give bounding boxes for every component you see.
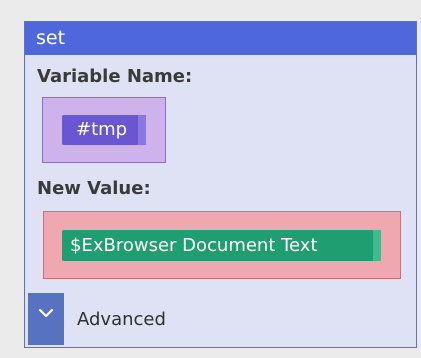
set-block[interactable]: set Variable Name: #tmp New Value: $ExBr…	[24, 21, 417, 348]
variable-name-label: Variable Name:	[37, 66, 193, 87]
variable-token[interactable]: #tmp	[62, 115, 146, 145]
new-value-slot[interactable]: $ExBrowser Document Text	[43, 211, 401, 279]
value-token[interactable]: $ExBrowser Document Text	[62, 230, 381, 261]
new-value-label: New Value:	[37, 178, 151, 199]
variable-name-slot[interactable]: #tmp	[42, 97, 166, 163]
chevron-down-icon	[38, 308, 54, 318]
block-title: set	[25, 22, 416, 55]
advanced-toggle-button[interactable]	[28, 293, 64, 345]
advanced-label: Advanced	[77, 309, 166, 330]
